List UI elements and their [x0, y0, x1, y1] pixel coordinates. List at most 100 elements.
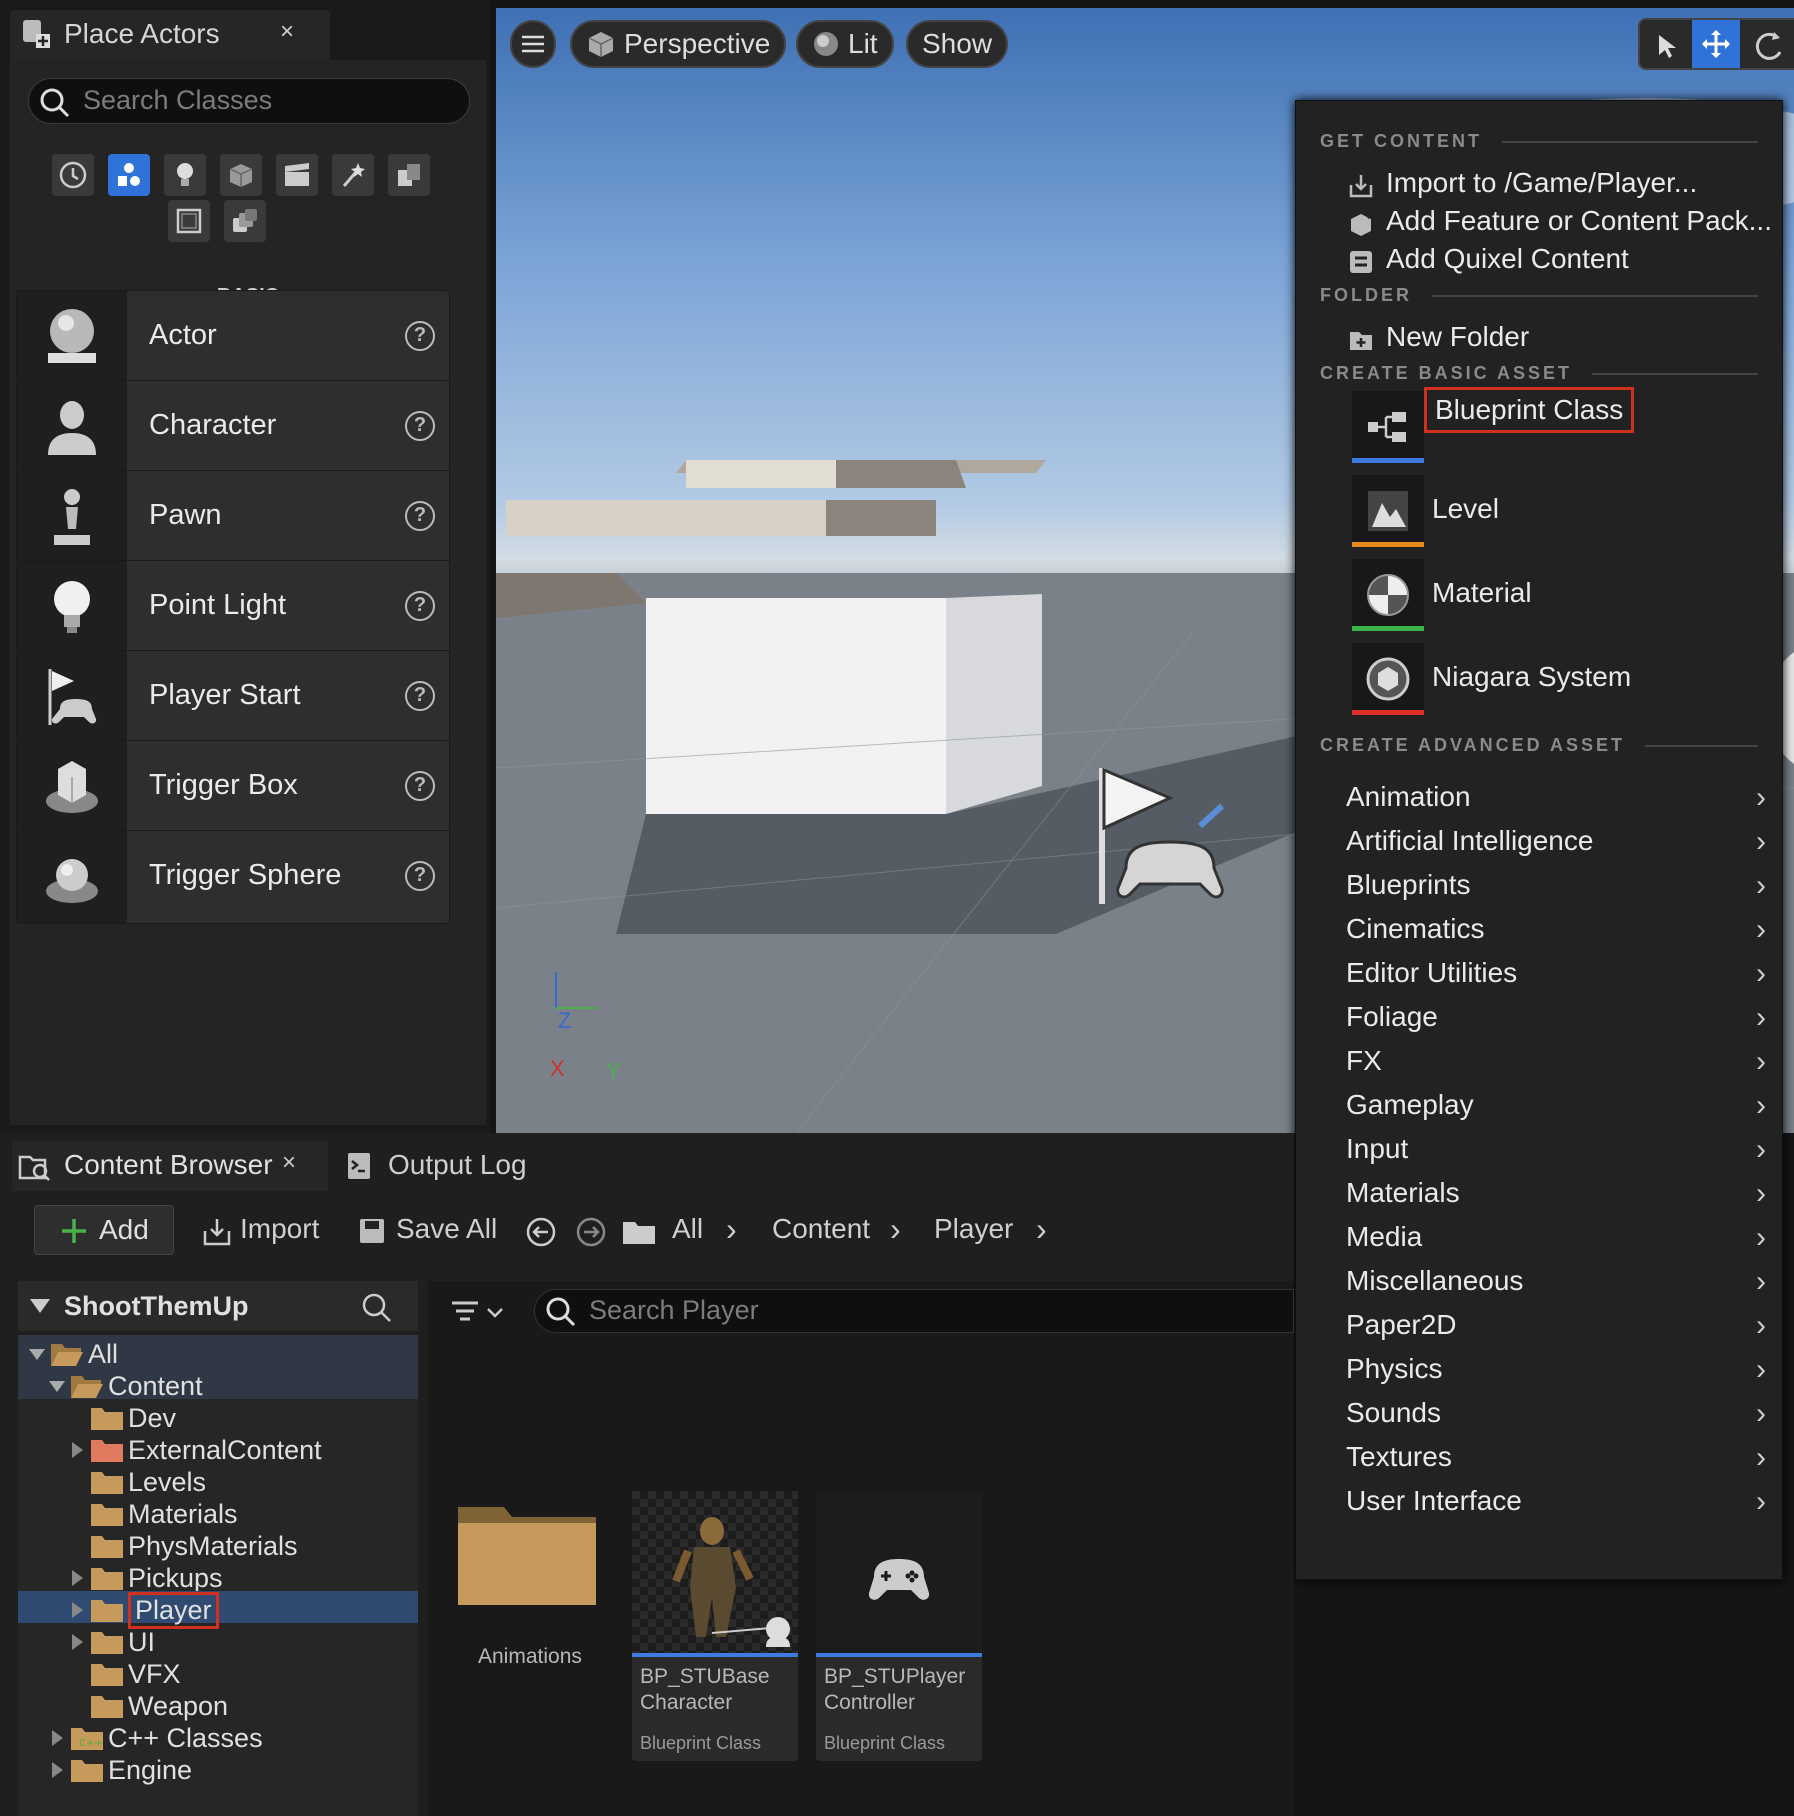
search-icon[interactable]	[362, 1293, 392, 1323]
menu-item-advanced[interactable]: Blueprints ›	[1346, 869, 1766, 913]
expanded-arrow-icon[interactable]	[48, 1377, 66, 1395]
menu-item-niagara[interactable]: Niagara System	[1432, 661, 1631, 693]
geometry-icon[interactable]	[388, 154, 430, 196]
search-classes-input[interactable]: Search Classes	[28, 78, 470, 124]
actor-item-pawn[interactable]: Pawn ?	[16, 470, 450, 564]
breadcrumb-content[interactable]: Content	[772, 1213, 870, 1245]
menu-item-advanced[interactable]: Materials ›	[1346, 1177, 1766, 1221]
tree-node[interactable]: Materials	[68, 1499, 238, 1529]
back-icon[interactable]	[526, 1217, 556, 1247]
menu-item-advanced[interactable]: Editor Utilities ›	[1346, 957, 1766, 1001]
search-player-input[interactable]: Search Player	[534, 1289, 1294, 1333]
collapsed-arrow-icon[interactable]	[68, 1441, 86, 1459]
menu-item-level[interactable]: Level	[1432, 493, 1499, 525]
menu-item-add-feature[interactable]: Add Feature or Content Pack...	[1386, 205, 1772, 237]
help-icon[interactable]: ?	[405, 861, 435, 891]
menu-item-material[interactable]: Material	[1432, 577, 1532, 609]
menu-item-import[interactable]: Import to /Game/Player...	[1386, 167, 1697, 199]
asset-tile-controller[interactable]: BP_STUPlayer Controller Blueprint Class	[816, 1491, 982, 1761]
tree-node[interactable]: Levels	[68, 1467, 206, 1497]
tree-node[interactable]: VFX	[68, 1659, 181, 1689]
menu-item-advanced[interactable]: Artificial Intelligence ›	[1346, 825, 1766, 869]
show-button[interactable]: Show	[906, 20, 1009, 68]
close-icon[interactable]: ×	[282, 1149, 296, 1177]
forward-icon[interactable]	[576, 1217, 606, 1247]
actor-item-actor[interactable]: Actor ?	[16, 290, 450, 384]
actor-item-trigger-box[interactable]: Trigger Box ?	[16, 740, 450, 834]
menu-item-advanced[interactable]: Paper2D ›	[1346, 1309, 1766, 1353]
filter-icon[interactable]	[450, 1297, 504, 1327]
menu-item-advanced[interactable]: Sounds ›	[1346, 1397, 1766, 1441]
collapsed-arrow-icon[interactable]	[68, 1697, 86, 1715]
collapsed-arrow-icon[interactable]	[68, 1633, 86, 1651]
expanded-arrow-icon[interactable]	[28, 1345, 46, 1363]
tree-node[interactable]: ExternalContent	[68, 1435, 322, 1465]
menu-item-advanced[interactable]: FX ›	[1346, 1045, 1766, 1089]
move-tool-icon[interactable]	[1692, 20, 1740, 68]
close-icon[interactable]: ×	[280, 18, 294, 46]
menu-item-advanced[interactable]: Media ›	[1346, 1221, 1766, 1265]
menu-item-advanced[interactable]: User Interface ›	[1346, 1485, 1766, 1529]
breadcrumb-player[interactable]: Player	[934, 1213, 1013, 1245]
content-browser-tab[interactable]: Content Browser ×	[12, 1141, 328, 1191]
collapsed-arrow-icon[interactable]	[68, 1665, 86, 1683]
basic-category-icon[interactable]	[108, 154, 150, 196]
menu-item-advanced[interactable]: Animation ›	[1346, 781, 1766, 825]
volumes-icon[interactable]	[168, 200, 210, 242]
cinematic-icon[interactable]	[276, 154, 318, 196]
tree-node[interactable]: Content	[48, 1371, 203, 1401]
collapsed-arrow-icon[interactable]	[68, 1473, 86, 1491]
animations-folder[interactable]	[456, 1501, 600, 1609]
menu-item-advanced[interactable]: Input ›	[1346, 1133, 1766, 1177]
tree-node[interactable]: UI	[68, 1627, 155, 1657]
rotate-tool-icon[interactable]	[1748, 26, 1788, 66]
import-button[interactable]: Import	[240, 1213, 319, 1245]
actor-item-trigger-sphere[interactable]: Trigger Sphere ?	[16, 830, 450, 924]
tree-node[interactable]: Dev	[68, 1403, 176, 1433]
perspective-button[interactable]: Perspective	[570, 20, 787, 68]
actor-item-player-start[interactable]: Player Start ?	[16, 650, 450, 744]
collapsed-arrow-icon[interactable]	[48, 1761, 66, 1779]
collapsed-arrow-icon[interactable]	[68, 1409, 86, 1427]
collapsed-arrow-icon[interactable]	[48, 1729, 66, 1747]
tree-node[interactable]: C++ C++ Classes	[48, 1723, 263, 1753]
actor-item-character[interactable]: Character ?	[16, 380, 450, 474]
menu-item-advanced[interactable]: Physics ›	[1346, 1353, 1766, 1397]
output-log-tab[interactable]: Output Log	[388, 1149, 527, 1181]
place-actors-tab[interactable]: Place Actors ×	[10, 10, 330, 60]
tree-node[interactable]: Engine	[48, 1755, 192, 1785]
menu-item-advanced[interactable]: Miscellaneous ›	[1346, 1265, 1766, 1309]
menu-item-advanced[interactable]: Foliage ›	[1346, 1001, 1766, 1045]
collapsed-arrow-icon[interactable]	[68, 1569, 86, 1587]
add-button[interactable]: Add	[34, 1205, 174, 1255]
lit-button[interactable]: Lit	[796, 20, 894, 68]
collapse-arrow-icon[interactable]	[30, 1299, 50, 1313]
collapsed-arrow-icon[interactable]	[68, 1601, 86, 1619]
help-icon[interactable]: ?	[405, 591, 435, 621]
tree-node[interactable]: Player	[68, 1591, 219, 1629]
help-icon[interactable]: ?	[405, 681, 435, 711]
visual-effects-icon[interactable]	[332, 154, 374, 196]
select-cursor-icon[interactable]	[1648, 26, 1688, 66]
save-all-button[interactable]: Save All	[396, 1213, 497, 1245]
help-icon[interactable]: ?	[405, 771, 435, 801]
tree-node[interactable]: Pickups	[68, 1563, 223, 1593]
tree-node[interactable]: All	[28, 1339, 118, 1369]
help-icon[interactable]: ?	[405, 501, 435, 531]
tree-node[interactable]: Weapon	[68, 1691, 228, 1721]
menu-item-blueprint-class[interactable]: Blueprint Class	[1424, 387, 1635, 433]
tree-node[interactable]: PhysMaterials	[68, 1531, 298, 1561]
breadcrumb-all[interactable]: All	[672, 1213, 703, 1245]
shapes-icon[interactable]	[220, 154, 262, 196]
recent-icon[interactable]	[52, 154, 94, 196]
actor-item-point-light[interactable]: Point Light ?	[16, 560, 450, 654]
collapsed-arrow-icon[interactable]	[68, 1537, 86, 1555]
menu-item-advanced[interactable]: Gameplay ›	[1346, 1089, 1766, 1133]
help-icon[interactable]: ?	[405, 411, 435, 441]
viewport-menu-button[interactable]	[510, 20, 556, 68]
all-classes-icon[interactable]	[224, 200, 266, 242]
lights-icon[interactable]	[164, 154, 206, 196]
menu-item-new-folder[interactable]: New Folder	[1386, 321, 1529, 353]
menu-item-advanced[interactable]: Cinematics ›	[1346, 913, 1766, 957]
collapsed-arrow-icon[interactable]	[68, 1505, 86, 1523]
